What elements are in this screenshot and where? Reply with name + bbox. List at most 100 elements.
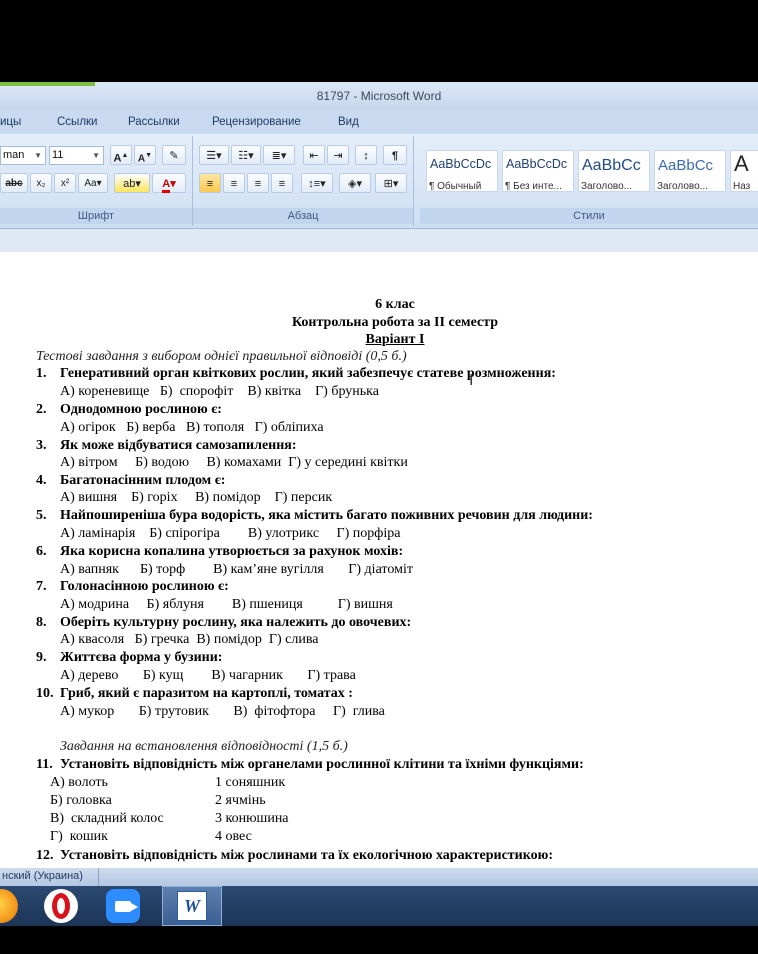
language-indicator[interactable]: нский (Украина) <box>2 870 83 882</box>
style-sample: AaBbCcDc <box>430 157 492 171</box>
style-heading-1[interactable]: AaBbCc Заголово... <box>578 150 650 192</box>
question-number: 10. <box>36 686 54 701</box>
style-name: Наз <box>733 181 751 192</box>
align-center-icon[interactable]: ≡ <box>223 173 245 193</box>
style-no-spacing[interactable]: AaBbCcDc ¶ Без инте... <box>502 150 574 192</box>
answers-7: А) модрина Б) яблуня В) пшениця Г) вишня <box>60 597 393 612</box>
question-number: 5. <box>36 508 47 523</box>
clear-format-icon[interactable]: ✎ <box>162 145 186 165</box>
question-number: 2. <box>36 402 47 417</box>
word-icon: W <box>177 891 207 921</box>
taskbar: W <box>0 886 758 926</box>
question-text: Найпоширеніша бура водорість, яка містит… <box>60 508 593 523</box>
tab-page-layout[interactable]: ицы <box>0 116 21 128</box>
word-taskbar-button[interactable]: W <box>162 886 222 926</box>
multilevel-list-icon[interactable]: ≣▾ <box>263 145 295 165</box>
justify-icon[interactable]: ≡ <box>271 173 293 193</box>
tab-mailings[interactable]: Рассылки <box>128 116 180 128</box>
font-size-select[interactable]: 11 ▼ <box>49 146 104 165</box>
style-sample: AaBbCc <box>658 157 714 174</box>
section-title-1: Тестові завдання з вибором однієї правил… <box>36 349 407 364</box>
increase-indent-icon[interactable]: ⇥ <box>327 145 349 165</box>
question-text: Яка корисна копалина утворюється за раху… <box>60 544 404 559</box>
style-sample: AaBbCc <box>582 157 641 174</box>
question-8: 8. Оберіть культурну рослину, яка належит… <box>36 615 411 631</box>
font-size-value: 11 <box>52 149 64 161</box>
style-title[interactable]: A Наз <box>730 150 758 192</box>
chrome-icon[interactable] <box>0 889 18 923</box>
subscript-button[interactable]: x₂ <box>30 173 52 193</box>
line-spacing-icon[interactable]: ↕≡▾ <box>301 173 333 193</box>
align-right-icon[interactable]: ≡ <box>247 173 269 193</box>
style-name: Заголово... <box>657 181 708 192</box>
status-bar: нский (Украина) <box>0 868 758 886</box>
question-2: 2. Однодомною рослиною є: <box>36 402 222 418</box>
quick-access-accent <box>0 82 95 86</box>
style-normal[interactable]: AaBbCcDc ¶ Обычный <box>426 150 498 192</box>
match-right-1: 1 соняшник <box>215 775 286 790</box>
answers-8: А) квасоля Б) гречка В) помідор Г) слива <box>60 632 319 647</box>
question-text: Як може відбуватися самозапилення: <box>60 438 297 453</box>
align-left-icon[interactable]: ≡ <box>199 173 221 193</box>
font-name-value: man <box>3 149 25 161</box>
match-left-c: В) складний колос <box>50 811 164 826</box>
sort-icon[interactable]: ↕ <box>355 145 377 165</box>
match-right-3: 3 конюшина <box>215 811 289 826</box>
answers-5: А) ламінарія Б) спірогіра В) улотрикс Г)… <box>60 526 401 541</box>
tab-view[interactable]: Вид <box>338 116 359 128</box>
title-bar: 81797 - Microsoft Word <box>0 82 758 110</box>
question-7: 7. Голонасінною рослиною є: <box>36 579 229 595</box>
zoom-icon[interactable] <box>106 889 140 923</box>
tab-review[interactable]: Рецензирование <box>212 116 301 128</box>
grow-font-button[interactable]: A▲ <box>110 145 132 165</box>
answers-9: А) дерево Б) кущ В) чагарник Г) трава <box>60 668 356 683</box>
question-text: Оберіть культурну рослину, яка належить … <box>60 615 412 630</box>
question-number: 12. <box>36 848 54 863</box>
show-marks-icon[interactable]: ¶ <box>383 145 407 165</box>
text-cursor-icon: I <box>469 371 474 389</box>
match-right-2: 2 ячмінь <box>215 793 266 808</box>
paragraph-group: ☰▾ ☷▾ ≣▾ ⇤ ⇥ ↕ ¶ ≡ ≡ ≡ ≡ ↕≡▾ ◈▾ ⊞▾ Абзац <box>193 136 414 226</box>
question-6: 6. Яка корисна копалина утворюється за ра… <box>36 544 403 560</box>
window-title: 81797 - Microsoft Word <box>316 89 442 103</box>
match-left-b: Б) головка <box>50 793 112 808</box>
paragraph-group-label: Абзац <box>193 208 413 224</box>
tab-references[interactable]: Ссылки <box>57 116 98 128</box>
question-number: 1. <box>36 366 47 381</box>
superscript-button[interactable]: x² <box>54 173 76 193</box>
doc-heading-variant: Варіант І <box>365 332 425 347</box>
question-text: Однодомною рослиною є: <box>60 402 222 417</box>
style-heading-2[interactable]: AaBbCc Заголово... <box>654 150 726 192</box>
chevron-down-icon: ▼ <box>34 151 42 160</box>
doc-heading-grade: 6 клас <box>375 297 415 312</box>
question-11: 11. Установіть відповідність між органела… <box>36 757 584 773</box>
question-number: 4. <box>36 473 47 488</box>
strikethrough-button[interactable]: abc <box>0 173 28 193</box>
question-text: Установіть відповідність між рослинами т… <box>60 848 553 863</box>
shading-icon[interactable]: ◈▾ <box>339 173 371 193</box>
font-name-select[interactable]: man ▼ <box>0 146 46 165</box>
borders-icon[interactable]: ⊞▾ <box>375 173 407 193</box>
change-case-button[interactable]: Aa▾ <box>78 173 108 193</box>
doc-heading-title: Контрольна робота за ІІ семестр <box>291 315 499 330</box>
answers-6: А) вапняк Б) торф В) кам’яне вугілля Г) … <box>60 562 413 577</box>
bullets-icon[interactable]: ☰▾ <box>199 145 229 165</box>
question-number: 8. <box>36 615 47 630</box>
shrink-font-button[interactable]: A▼ <box>134 145 156 165</box>
numbering-icon[interactable]: ☷▾ <box>231 145 261 165</box>
styles-group-label: Стили <box>420 208 758 224</box>
font-color-icon[interactable]: A▾ <box>152 173 186 193</box>
zoom-camera-shape <box>115 900 138 912</box>
match-right-4: 4 овес <box>215 829 252 844</box>
style-name: ¶ Без инте... <box>505 181 562 192</box>
question-text: Багатонасінним плодом є: <box>60 473 226 488</box>
document-page[interactable]: 6 клас Контрольна робота за ІІ семестр В… <box>0 252 758 870</box>
question-number: 6. <box>36 544 47 559</box>
highlight-icon[interactable]: ab▾ <box>114 173 150 193</box>
decrease-indent-icon[interactable]: ⇤ <box>303 145 325 165</box>
style-name: Заголово... <box>581 181 632 192</box>
opera-icon[interactable] <box>44 889 78 923</box>
opera-logo <box>52 893 70 919</box>
question-1: 1. Генеративний орган квіткових рослин, я… <box>36 366 556 382</box>
answers-3: А) вітром Б) водою В) комахами Г) у сере… <box>60 455 408 470</box>
